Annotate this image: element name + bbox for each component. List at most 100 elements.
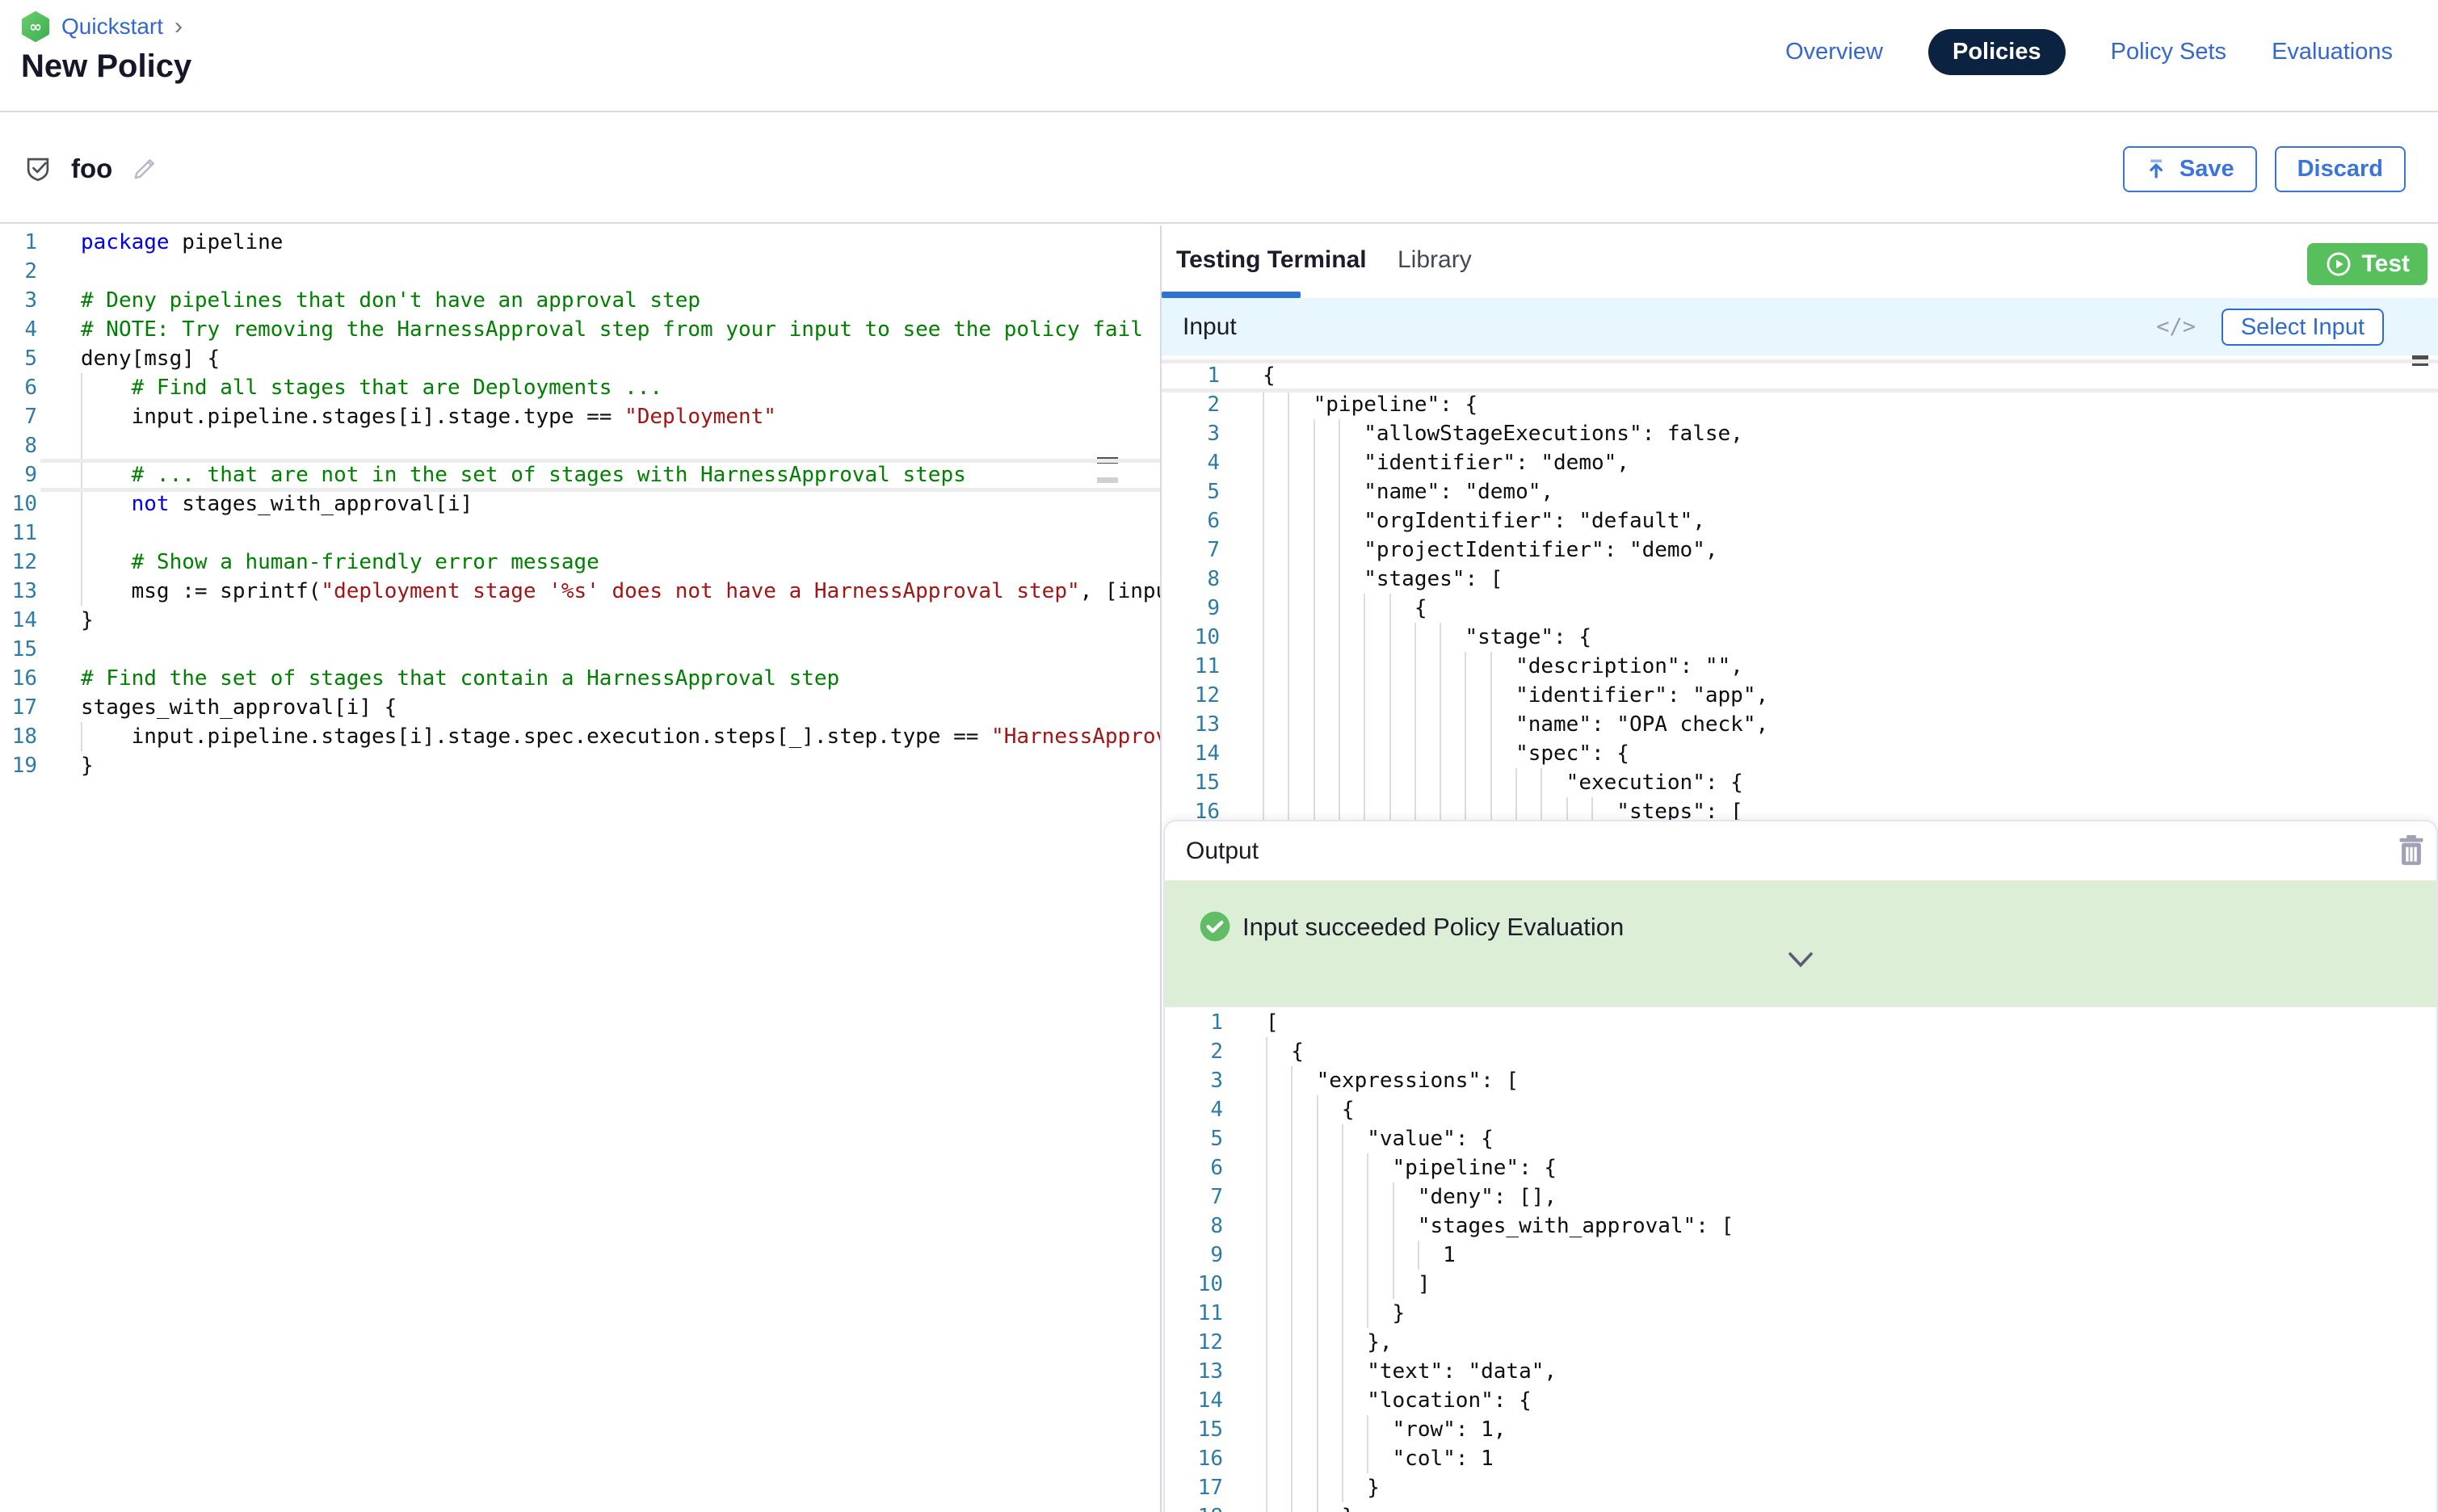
indent-guide	[1339, 768, 1340, 797]
success-check-icon	[1199, 910, 1231, 943]
indent-guide	[1367, 1212, 1368, 1241]
indent-guide	[1367, 1153, 1368, 1182]
indent-guide	[1266, 1299, 1267, 1328]
nav-overview[interactable]: Overview	[1785, 39, 1883, 65]
upload-icon	[2146, 157, 2170, 181]
indent-guide	[1393, 1241, 1394, 1270]
indent-guide	[1591, 797, 1593, 820]
code-line: 1{	[1162, 361, 2438, 390]
indent-guide	[1288, 710, 1289, 739]
code-line: 15	[0, 635, 1160, 664]
line-number: 6	[1165, 1153, 1223, 1182]
code-line: 12 # Show a human-friendly error message	[0, 548, 1160, 577]
code-line: 7 "deny": [],	[1165, 1182, 2436, 1212]
input-json-editor[interactable]: 1{2 "pipeline": {3 "allowStageExecutions…	[1162, 355, 2438, 820]
indent-guide	[1291, 1299, 1293, 1328]
tab-testing-terminal[interactable]: Testing Terminal	[1176, 246, 1367, 274]
indent-guide	[1291, 1212, 1293, 1241]
indent-guide	[1263, 536, 1264, 565]
indent-guide	[81, 402, 82, 431]
nav-evaluations[interactable]: Evaluations	[2272, 39, 2393, 65]
edit-pencil-icon[interactable]	[130, 154, 159, 183]
indent-guide	[1291, 1502, 1293, 1512]
code-view-icon[interactable]: </>	[2156, 298, 2196, 355]
indent-guide	[1339, 652, 1340, 681]
test-button[interactable]: Test	[2307, 243, 2427, 285]
tab-library[interactable]: Library	[1398, 246, 1472, 274]
code-line: 7 input.pipeline.stages[i].stage.type ==…	[0, 402, 1160, 431]
indent-guide	[1317, 1386, 1318, 1415]
indent-guide	[1364, 797, 1365, 820]
indent-guide	[1440, 652, 1441, 681]
indent-guide	[1314, 768, 1315, 797]
line-number: 18	[1165, 1502, 1223, 1512]
nav-policies[interactable]: Policies	[1928, 29, 2066, 75]
indent-guide	[1490, 768, 1492, 797]
indent-guide	[1288, 681, 1289, 710]
line-number: 18	[0, 722, 37, 751]
indent-guide	[1266, 1473, 1267, 1502]
code-line: 4 {	[1165, 1095, 2436, 1124]
line-number: 12	[1162, 681, 1220, 710]
code-line: 10 ]	[1165, 1270, 2436, 1299]
discard-button[interactable]: Discard	[2275, 146, 2406, 192]
breadcrumb: ∞ Quickstart ›	[21, 11, 183, 42]
output-json-viewer[interactable]: 1[2 {3 "expressions": [4 {5 "value": {6 …	[1165, 1007, 2436, 1512]
indent-guide	[1266, 1415, 1267, 1444]
policy-code-editor[interactable]: 1package pipeline23# Deny pipelines that…	[0, 225, 1160, 1512]
indent-guide	[1440, 710, 1441, 739]
line-number: 11	[1165, 1299, 1223, 1328]
indent-guide	[1317, 1182, 1318, 1212]
breadcrumb-link-quickstart[interactable]: Quickstart	[61, 14, 163, 40]
line-number: 14	[1165, 1386, 1223, 1415]
indent-guide	[1414, 623, 1416, 652]
clear-output-button[interactable]	[2398, 834, 2425, 870]
code-line: 5 "name": "demo",	[1162, 477, 2438, 506]
indent-guide	[1314, 594, 1315, 623]
indent-guide	[1339, 710, 1340, 739]
indent-guide	[1291, 1241, 1293, 1270]
code-line: 7 "projectIdentifier": "demo",	[1162, 536, 2438, 565]
indent-guide	[1342, 1182, 1343, 1212]
indent-guide	[1389, 710, 1391, 739]
select-input-button[interactable]: Select Input	[2222, 309, 2384, 346]
line-number: 10	[0, 489, 37, 519]
code-line: 14 "location": {	[1165, 1386, 2436, 1415]
indent-guide	[1314, 681, 1315, 710]
code-line: 2	[0, 257, 1160, 286]
save-button[interactable]: Save	[2123, 146, 2257, 192]
nav-policy-sets[interactable]: Policy Sets	[2111, 39, 2226, 65]
indent-guide	[1541, 797, 1542, 820]
indent-guide	[1291, 1153, 1293, 1182]
code-line: 18 }	[1165, 1502, 2436, 1512]
indent-guide	[1339, 681, 1340, 710]
chevron-right-icon: ›	[174, 15, 183, 39]
indent-guide	[81, 722, 82, 751]
code-line: 9 # ... that are not in the set of stage…	[0, 460, 1160, 489]
indent-guide	[81, 548, 82, 577]
indent-guide	[1465, 768, 1466, 797]
indent-guide	[1342, 1444, 1343, 1473]
active-tab-underline	[1162, 292, 1301, 298]
expand-result-button[interactable]	[1786, 951, 1815, 972]
code-line: 15 "row": 1,	[1165, 1415, 2436, 1444]
line-number: 13	[0, 577, 37, 606]
line-number: 15	[1162, 768, 1220, 797]
indent-guide	[1339, 797, 1340, 820]
indent-guide	[1389, 623, 1391, 652]
code-line: 5deny[msg] {	[0, 344, 1160, 373]
code-line: 16 "steps": [	[1162, 797, 2438, 820]
indent-guide	[1317, 1473, 1318, 1502]
indent-guide	[1266, 1037, 1267, 1066]
policy-toolbar: foo Save Discard	[0, 114, 2438, 224]
indent-guide	[1291, 1182, 1293, 1212]
indent-guide	[1263, 768, 1264, 797]
output-label: Output	[1186, 821, 1259, 880]
indent-guide	[1291, 1095, 1293, 1124]
indent-guide	[1317, 1270, 1318, 1299]
indent-guide	[1389, 768, 1391, 797]
code-line: 3 "expressions": [	[1165, 1066, 2436, 1095]
line-number: 1	[1165, 1008, 1223, 1037]
indent-guide	[1266, 1241, 1267, 1270]
top-nav: Overview Policies Policy Sets Evaluation…	[1785, 29, 2393, 75]
